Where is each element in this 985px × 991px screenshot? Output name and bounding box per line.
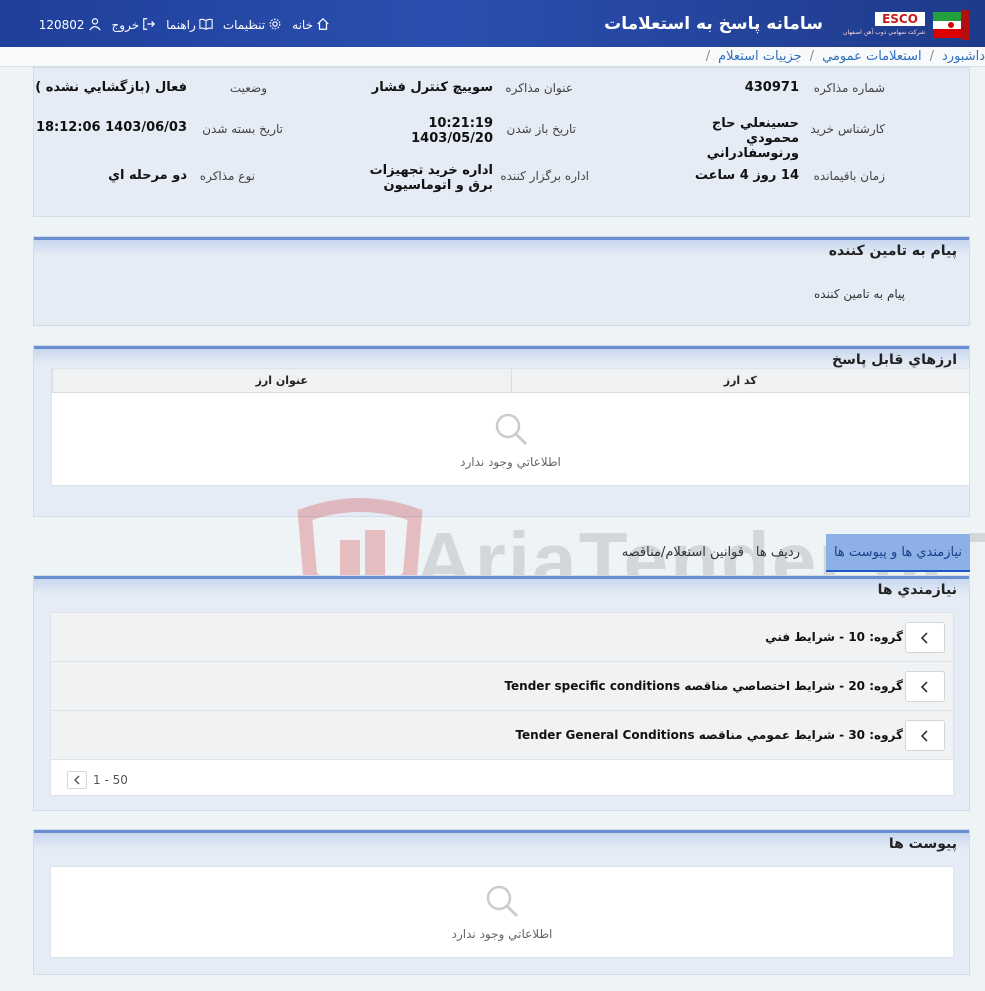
currencies-empty-text: اطلاعاتي وجود ندارد (460, 455, 561, 469)
breadcrumb-public-inquiries[interactable]: استعلامات عمومي (822, 49, 922, 64)
logout-icon (142, 17, 156, 34)
requirements-title: نيازمندي ها (34, 576, 969, 598)
supplier-message-panel: پيام به تامين كننده پيام به تامين كننده (33, 236, 970, 326)
app-title: سامانه پاسخ به استعلامات (604, 14, 823, 34)
magnifier-icon (52, 411, 969, 447)
requirement-group-label: گروه: 10 - شرايط فني (765, 630, 903, 644)
requirement-group-label: گروه: 30 - شرايط عمومي مناقصه Tender Gen… (515, 728, 903, 742)
chevron-left-icon (74, 775, 80, 785)
expand-button[interactable] (905, 720, 945, 751)
esco-brand: ESCO شركت سهامي ذوب آهن اصفهان (815, 6, 925, 44)
open-date-label: تاريخ باز شدن (506, 122, 576, 136)
negotiation-title: سوييچ کنترل فشار (371, 80, 493, 95)
remaining-label: زمان باقيمانده (813, 169, 885, 183)
breadcrumb-inquiry-details[interactable]: جزييات استعلام (718, 49, 802, 64)
type-label: نوع مذاكره (199, 169, 255, 183)
detail-tabs: نيازمندي ها و پيوست ها رديف ها قوانين اس… (600, 534, 970, 572)
expand-button[interactable] (905, 671, 945, 702)
requirement-group-label: گروه: 20 - شرايط اختصاصي مناقصه Tender s… (504, 679, 903, 693)
chevron-left-icon (920, 631, 928, 644)
currencies-title: ارزهاي قابل پاسخ (34, 346, 969, 368)
status-value: فعال (بازگشايي نشده ) (35, 80, 187, 95)
supplier-message-body: پيام به تامين كننده (814, 287, 905, 301)
nav-guide[interactable]: راهنما (166, 17, 213, 34)
top-nav: خانه تنظيمات راهنما خروج 120802 (0, 15, 330, 35)
currencies-empty-state: اطلاعاتي وجود ندارد (52, 411, 969, 469)
user-id: 120802 (38, 18, 85, 32)
book-icon (199, 17, 213, 34)
open-time: 10:21:19 (428, 116, 493, 131)
pager: 1 - 50 (67, 771, 128, 789)
requirement-group-row[interactable]: گروه: 20 - شرايط اختصاصي مناقصه Tender s… (51, 662, 953, 711)
requirement-group-row[interactable]: گروه: 30 - شرايط عمومي مناقصه Tender Gen… (51, 711, 953, 760)
nav-guide-label: راهنما (166, 18, 196, 32)
user-icon (88, 17, 102, 34)
breadcrumb-dashboard[interactable]: داشبورد (942, 49, 985, 64)
pager-range: 1 - 50 (93, 773, 128, 787)
breadcrumb-separator: / (809, 49, 815, 64)
gear-icon (268, 17, 282, 34)
open-date: 1403/05/20 (411, 131, 493, 146)
buyer-expert: حسينعلي حاج محمودي ورنوسفادراني (706, 116, 799, 161)
nav-settings[interactable]: تنظيمات (223, 17, 282, 34)
breadcrumb-separator: / (929, 49, 934, 64)
requirements-groups: گروه: 10 - شرايط فني گروه: 20 - شرايط اخ… (50, 612, 954, 796)
nav-home[interactable]: خانه (292, 17, 330, 34)
organizer-label: اداره برگزار كننده (500, 169, 589, 183)
home-icon (316, 17, 330, 34)
nav-logout-label: خروج (111, 18, 140, 32)
inquiry-info-panel: شماره مذاكره 430971 عنوان مذاكره سوييچ ک… (33, 67, 970, 217)
esco-logo-text: ESCO (875, 12, 925, 26)
tab-requirements[interactable]: نيازمندي ها و پيوست ها (825, 534, 970, 572)
organizer: اداره خريد تجهيزات برق و اتوماسيون (369, 163, 493, 193)
tab-rules[interactable]: قوانين استعلام/مناقصه (622, 534, 744, 572)
attachments-empty-text: اطلاعاتي وجود ندارد (451, 927, 553, 941)
status-label: وضعيت (229, 81, 267, 95)
negotiation-number-label: شماره مذاكره (813, 81, 885, 95)
attachments-empty-state: اطلاعاتي وجود ندارد (51, 883, 953, 941)
app-header: ESCO شركت سهامي ذوب آهن اصفهان سامانه پا… (0, 0, 985, 47)
expand-button[interactable] (905, 622, 945, 653)
brand-subtitle: شركت سهامي ذوب آهن اصفهان (843, 29, 925, 36)
attachments-panel: پيوست ها اطلاعاتي وجود ندارد (33, 829, 970, 975)
buyer-expert-label: كارشناس خريد (810, 122, 885, 136)
nav-logout[interactable]: خروج (112, 17, 157, 34)
currencies-table: کد ارز عنوان ارز اطلاعاتي وجود ندارد (51, 368, 970, 486)
requirement-group-row[interactable]: گروه: 10 - شرايط فني (51, 613, 953, 662)
nav-home-label: خانه (292, 18, 313, 32)
company-logo (931, 6, 971, 44)
chevron-left-icon (920, 729, 928, 742)
close-date: 1403/06/03 18:12:06 (35, 120, 187, 135)
attachments-title: پيوست ها (34, 830, 969, 852)
negotiation-type: دو مرحله اي (108, 168, 187, 183)
remaining-time: 14 روز 4 ساعت (694, 168, 799, 183)
nav-settings-label: تنظيمات (222, 18, 266, 32)
nav-user[interactable]: 120802 (39, 17, 102, 34)
close-date-label: تاريخ بسته شدن (202, 122, 283, 136)
col-currency-code[interactable]: کد ارز (510, 369, 970, 392)
supplier-message-title: پيام به تامين كننده (34, 237, 969, 259)
currencies-table-header: کد ارز عنوان ارز (52, 369, 969, 393)
negotiation-title-label: عنوان مذاكره (505, 81, 573, 95)
currencies-panel: ارزهاي قابل پاسخ کد ارز عنوان ارز اطلاعا… (33, 345, 970, 517)
requirements-panel: نيازمندي ها گروه: 10 - شرايط فني گروه: 2… (33, 575, 970, 811)
chevron-left-icon (920, 680, 928, 693)
negotiation-number: 430971 (744, 80, 799, 95)
attachments-list: اطلاعاتي وجود ندارد (50, 866, 954, 958)
pager-prev-button[interactable] (67, 771, 87, 789)
col-currency-title[interactable]: عنوان ارز (52, 369, 511, 392)
tab-rows[interactable]: رديف ها (756, 534, 800, 572)
magnifier-icon (51, 883, 953, 919)
breadcrumb: داشبورد / استعلامات عمومي / جزييات استعل… (0, 47, 985, 67)
breadcrumb-separator: / (705, 49, 711, 64)
